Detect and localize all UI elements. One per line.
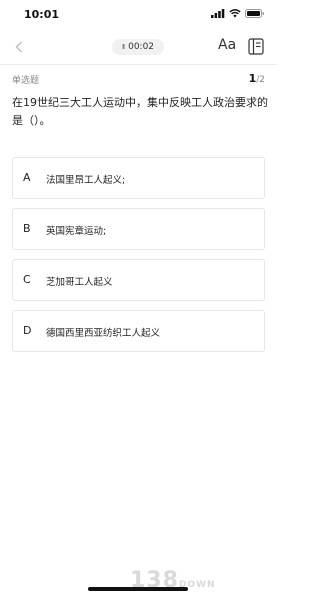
option-letter: B (23, 222, 31, 235)
signal-icon (211, 9, 225, 18)
option-text: 英国宪章运动; (46, 226, 107, 237)
timer-pill[interactable]: II 00:02 (112, 39, 164, 55)
option-letter: A (23, 171, 31, 184)
option-a[interactable]: A 法国里昂工人起义; (12, 157, 265, 199)
question-type: 单选题 (12, 76, 40, 86)
option-letter: C (23, 273, 31, 286)
question-text: 在19世纪三大工人运动中，集中反映工人政治要求的是（）。 (12, 96, 268, 127)
option-text: 法国里昂工人起义; (46, 175, 126, 186)
status-bar: 10:01 (0, 0, 277, 30)
option-c[interactable]: C 芝加哥工人起义 (12, 259, 265, 301)
nav-bar: II 00:02 Aa (0, 30, 277, 64)
back-button[interactable] (10, 37, 28, 57)
answer-card-icon[interactable] (248, 38, 264, 55)
option-text: 德国西里西亚纺织工人起义 (46, 328, 161, 339)
timer-value: 00:02 (128, 42, 155, 52)
status-time: 10:01 (24, 8, 60, 21)
battery-icon (245, 9, 264, 18)
option-letter: D (23, 324, 32, 337)
header-divider (0, 64, 277, 65)
option-b[interactable]: B 英国宪章运动; (12, 208, 265, 250)
wifi-icon (229, 9, 241, 18)
option-text: 芝加哥工人起义 (46, 277, 113, 288)
option-d[interactable]: D 德国西里西亚纺织工人起义 (12, 310, 265, 352)
status-icons (211, 9, 265, 18)
home-indicator (88, 587, 188, 591)
chevron-left-icon (15, 41, 22, 53)
progress-total: /2 (256, 75, 265, 85)
font-size-button[interactable]: Aa (218, 37, 236, 53)
question-progress: 1/2 (249, 72, 265, 85)
pause-icon: II (121, 43, 125, 51)
